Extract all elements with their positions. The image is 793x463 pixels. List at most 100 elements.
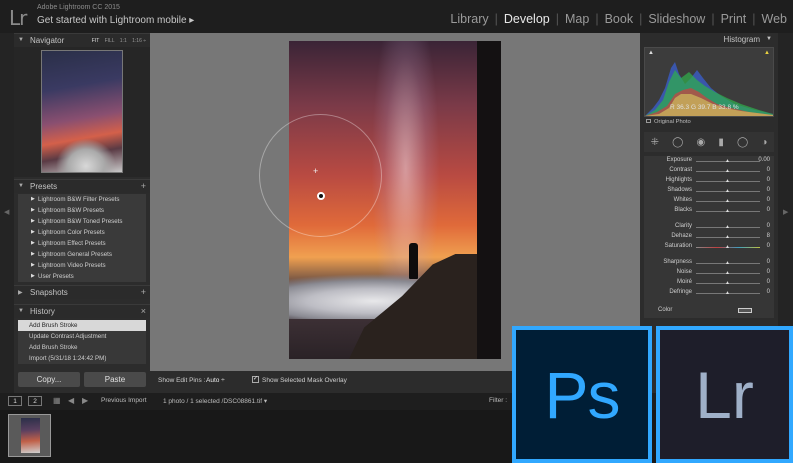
left-panel-edge[interactable]: ◀ xyxy=(0,33,14,393)
module-map[interactable]: Map xyxy=(565,12,589,26)
main-window-button[interactable]: 1 xyxy=(8,396,22,406)
slider-highlights[interactable]: Highlights ▲ 0 xyxy=(644,176,774,186)
slider-shadows[interactable]: Shadows ▲ 0 xyxy=(644,186,774,196)
image-canvas[interactable]: + xyxy=(150,33,640,371)
filmstrip-thumbnail[interactable] xyxy=(8,414,51,457)
history-header[interactable]: ▼ History × xyxy=(14,304,150,318)
module-print[interactable]: Print xyxy=(721,12,747,26)
zoom-fit[interactable]: FIT xyxy=(92,38,99,44)
expand-triangle-icon: ▶ xyxy=(31,262,35,268)
preset-folder[interactable]: ▶ Lightroom B&W Toned Presets xyxy=(18,216,146,227)
radial-filter-icon[interactable]: ◯ xyxy=(737,137,748,148)
navigator-thumbnail[interactable] xyxy=(41,50,123,173)
navigator-header[interactable]: ▼ Navigator FIT FILL 1:1 1:16 ÷ xyxy=(14,33,150,47)
show-edit-pins-select[interactable]: Auto ÷ xyxy=(206,377,225,384)
slider-contrast[interactable]: Contrast ▲ 0 xyxy=(644,166,774,176)
slider-knob-icon[interactable]: ▲ xyxy=(725,280,730,286)
copy-paste-row: Copy... Paste xyxy=(18,372,146,387)
collapse-left-icon[interactable]: ◀ xyxy=(4,208,9,216)
slider-blacks[interactable]: Blacks ▲ 0 xyxy=(644,206,774,216)
adjustment-sliders: Exposure ▲ 0.00 Contrast ▲ 0 Highlights ▲ 0 Sh… xyxy=(644,156,774,318)
history-step[interactable]: Import (5/31/18 1:24:42 PM) xyxy=(18,353,146,364)
color-row[interactable]: Color xyxy=(644,304,774,318)
secondary-window-button[interactable]: 2 xyxy=(28,396,42,406)
slider-knob-icon[interactable]: ▲ xyxy=(725,224,730,230)
navigator-preview[interactable] xyxy=(14,47,150,177)
brush-cursor-ring xyxy=(259,114,382,237)
slider-knob-icon[interactable]: ▲ xyxy=(725,290,730,296)
slider-knob-icon[interactable]: ▲ xyxy=(725,260,730,266)
filmstrip-filter-label[interactable]: Filter : xyxy=(489,397,507,404)
slider-dehaze[interactable]: Dehaze ▲ 8 xyxy=(644,232,774,242)
slider-exposure[interactable]: Exposure ▲ 0.00 xyxy=(644,156,774,166)
history-title: History xyxy=(30,307,55,316)
color-swatch[interactable] xyxy=(738,308,752,313)
slider-defringe[interactable]: Defringe ▲ 0 xyxy=(644,288,774,298)
zoom-fill[interactable]: FILL xyxy=(105,38,115,44)
presets-header[interactable]: ▼ Presets + xyxy=(14,179,150,193)
preset-folder[interactable]: ▶ User Presets xyxy=(18,271,146,282)
histogram-header[interactable]: Histogram ▼ xyxy=(640,33,778,46)
shadow-clipping-icon[interactable]: ▲ xyxy=(648,50,654,56)
adjustment-brush-icon[interactable]: ◑ xyxy=(761,137,767,148)
snapshots-header[interactable]: ▶ Snapshots + xyxy=(14,285,150,299)
slider-noise[interactable]: Noise ▲ 0 xyxy=(644,268,774,278)
module-picker: Library | Develop | Map | Book | Slideshow | … xyxy=(450,12,787,26)
mobile-cta-link[interactable]: Get started with Lightroom mobile ▸ xyxy=(37,15,194,26)
history-step[interactable]: Add Brush Stroke xyxy=(18,342,146,353)
module-book[interactable]: Book xyxy=(605,12,634,26)
red-eye-icon[interactable]: ◉ xyxy=(696,137,705,148)
forward-arrow-icon[interactable]: ▶ xyxy=(82,396,88,405)
slider-knob-icon[interactable]: ▲ xyxy=(725,178,730,184)
graduated-filter-icon[interactable]: ▮ xyxy=(718,137,724,148)
preset-folder[interactable]: ▶ Lightroom Video Presets xyxy=(18,260,146,271)
slider-knob-icon[interactable]: ▲ xyxy=(725,158,730,164)
develop-tools-strip: ⁜ ◯ ◉ ▮ ◯ ◑ xyxy=(644,132,774,152)
slider-knob-icon[interactable]: ▲ xyxy=(725,208,730,214)
mask-overlay-label: Show Selected Mask Overlay xyxy=(262,377,347,384)
slider-sharpness[interactable]: Sharpness ▲ 0 xyxy=(644,258,774,268)
preset-folder[interactable]: ▶ Lightroom B&W Presets xyxy=(18,205,146,216)
filmstrip-selection[interactable]: 1 photo / 1 selected /DSC08861.tif ▾ xyxy=(163,397,267,405)
add-snapshot-button[interactable]: + xyxy=(141,287,146,297)
module-library[interactable]: Library xyxy=(450,12,488,26)
add-preset-button[interactable]: + xyxy=(141,181,146,191)
grid-view-icon[interactable]: ▦ xyxy=(53,396,61,405)
slider-knob-icon[interactable]: ▲ xyxy=(725,168,730,174)
module-develop[interactable]: Develop xyxy=(504,12,550,26)
app-version: Adobe Lightroom CC 2015 xyxy=(37,4,120,11)
slider-whites[interactable]: Whites ▲ 0 xyxy=(644,196,774,206)
crop-icon[interactable]: ⁜ xyxy=(651,137,659,148)
slider-knob-icon[interactable]: ▲ xyxy=(725,244,730,250)
copy-button[interactable]: Copy... xyxy=(18,372,80,387)
slider-saturation[interactable]: Saturation ▲ 0 xyxy=(644,242,774,252)
slider-knob-icon[interactable]: ▲ xyxy=(725,188,730,194)
preset-folder[interactable]: ▶ Lightroom General Presets xyxy=(18,249,146,260)
edit-pin-icon[interactable] xyxy=(317,192,325,200)
slider-clarity[interactable]: Clarity ▲ 0 xyxy=(644,222,774,232)
slider-moire[interactable]: Moiré ▲ 0 xyxy=(644,278,774,288)
zoom-1-1[interactable]: 1:1 xyxy=(120,38,127,44)
preset-folder[interactable]: ▶ Lightroom B&W Filter Presets xyxy=(18,194,146,205)
mask-overlay-checkbox[interactable]: ✓ xyxy=(252,376,259,383)
slider-knob-icon[interactable]: ▲ xyxy=(725,198,730,204)
zoom-custom[interactable]: 1:16 ÷ xyxy=(132,38,146,44)
preset-folder[interactable]: ▶ Lightroom Color Presets xyxy=(18,227,146,238)
filmstrip-source[interactable]: Previous Import xyxy=(101,397,147,404)
original-photo-checkbox-icon[interactable] xyxy=(646,119,651,123)
collapse-right-icon[interactable]: ▶ xyxy=(783,208,788,216)
slider-knob-icon[interactable]: ▲ xyxy=(725,234,730,240)
history-step[interactable]: Update Contrast Adjustment xyxy=(18,331,146,342)
slider-knob-icon[interactable]: ▲ xyxy=(725,270,730,276)
history-step[interactable]: Add Brush Stroke xyxy=(18,320,146,331)
paste-button[interactable]: Paste xyxy=(84,372,146,387)
highlight-clipping-icon[interactable]: ▲ xyxy=(764,50,770,56)
module-slideshow[interactable]: Slideshow xyxy=(648,12,705,26)
clear-history-button[interactable]: × xyxy=(141,306,146,316)
collapse-triangle-icon: ▼ xyxy=(18,183,24,189)
back-arrow-icon[interactable]: ◀ xyxy=(68,396,74,405)
brush-crosshair-icon: + xyxy=(313,166,319,176)
module-web[interactable]: Web xyxy=(762,12,787,26)
preset-folder[interactable]: ▶ Lightroom Effect Presets xyxy=(18,238,146,249)
spot-removal-icon[interactable]: ◯ xyxy=(672,137,683,148)
